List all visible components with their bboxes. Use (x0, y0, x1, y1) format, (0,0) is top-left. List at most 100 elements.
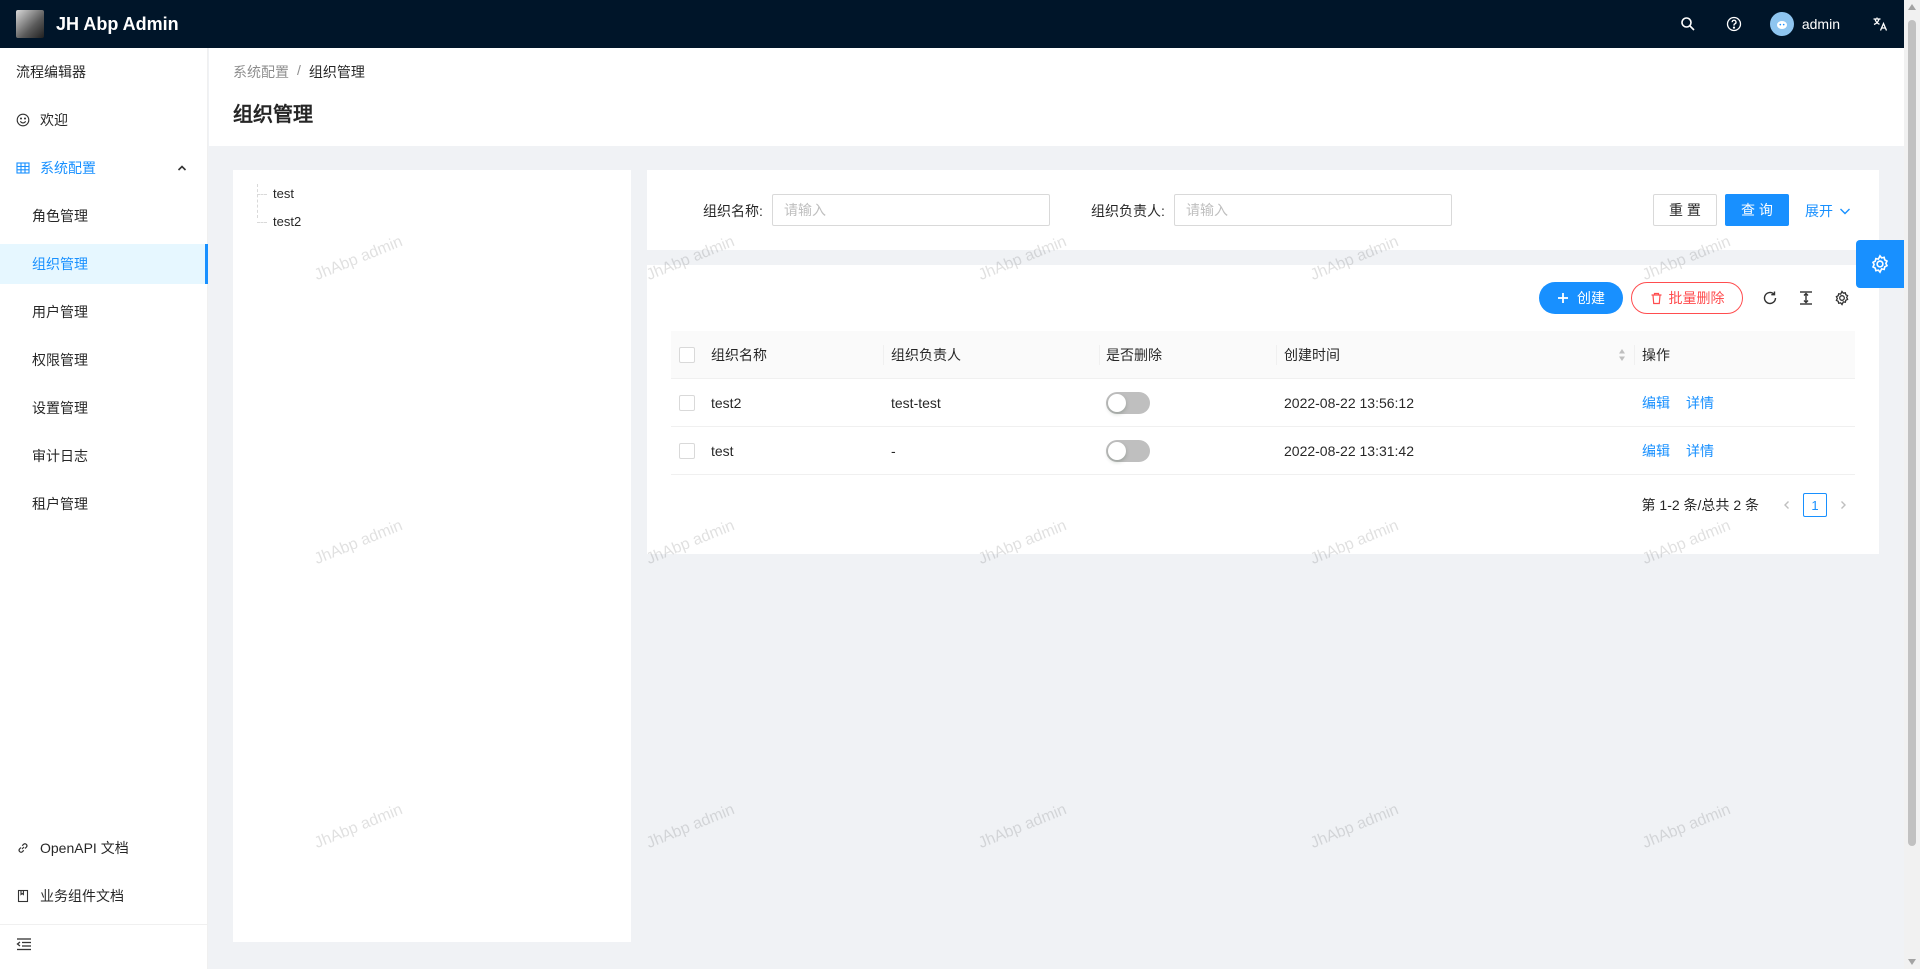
search-icon[interactable] (1676, 12, 1700, 36)
select-all-cell (679, 331, 695, 379)
settings-drawer-handle[interactable] (1856, 240, 1904, 288)
sidebar-item-welcome[interactable]: 欢迎 (0, 100, 208, 140)
translate-icon[interactable] (1868, 12, 1892, 36)
page-scrollbar[interactable] (1904, 0, 1920, 969)
next-page-icon[interactable] (1831, 493, 1855, 517)
watermark: JhAbp admin (976, 801, 1069, 852)
sidebar-item-label: 组织管理 (32, 256, 88, 272)
table-row: test2 test-test 2022-08-22 13:56:12 编辑 详… (671, 379, 1855, 427)
column-divider (1276, 345, 1277, 365)
column-divider (1634, 345, 1635, 365)
watermark: JhAbp admin (644, 801, 737, 852)
sort-icon (1619, 349, 1625, 361)
org-name-input[interactable] (772, 194, 1050, 226)
org-tree-panel: test test2 (233, 170, 631, 942)
app-title[interactable]: JH Abp Admin (56, 14, 179, 35)
reset-button[interactable]: 重 置 (1653, 194, 1717, 226)
leader-input[interactable] (1174, 194, 1452, 226)
table-header-row: 组织名称 组织负责人 是否删除 创建时间 操作 (671, 331, 1855, 379)
sidebar-item-label: 设置管理 (32, 400, 88, 416)
expand-toggle[interactable]: 展开 (1805, 201, 1851, 221)
sidebar-item-label: 审计日志 (32, 448, 88, 464)
created-time-cell: 2022-08-22 13:56:12 (1284, 395, 1414, 411)
sidebar-item-settings[interactable]: 设置管理 (0, 388, 208, 428)
query-button[interactable]: 查 询 (1725, 194, 1789, 226)
sidebar-item-label: OpenAPI 文档 (40, 840, 129, 856)
edit-link[interactable]: 编辑 (1642, 393, 1670, 413)
org-name-label: 组织名称: (703, 203, 763, 219)
org-name-cell: test (711, 443, 734, 459)
scroll-down-icon[interactable] (1908, 959, 1916, 965)
select-all-checkbox[interactable] (679, 347, 695, 363)
create-label: 创建 (1577, 290, 1605, 306)
top-header: JH Abp Admin admin (0, 0, 1920, 48)
leader-cell: - (891, 443, 896, 459)
app-logo[interactable] (16, 10, 44, 38)
user-menu[interactable]: admin (1769, 12, 1840, 36)
sidebar-item-role[interactable]: 角色管理 (0, 196, 208, 236)
sidebar-item-label: 系统配置 (40, 160, 96, 176)
sidebar-item-label: 用户管理 (32, 304, 88, 320)
avatar (1769, 12, 1794, 36)
tree-line (257, 194, 267, 195)
sidebar: 流程编辑器 欢迎 系统配置 角色管理 组织管理 用户管理 权限管理 设置管理 审… (0, 48, 208, 969)
book-icon (16, 889, 30, 903)
pagination-total: 第 1-2 条/总共 2 条 (1641, 497, 1759, 513)
org-table: 组织名称 组织负责人 是否删除 创建时间 操作 test2 test-test … (671, 331, 1855, 475)
prev-page-icon[interactable] (1775, 493, 1799, 517)
batch-delete-button[interactable]: 批量删除 (1631, 282, 1743, 314)
edit-link[interactable]: 编辑 (1642, 441, 1670, 461)
detail-link[interactable]: 详情 (1686, 393, 1714, 413)
plus-icon (1558, 293, 1568, 303)
tree-node[interactable]: test (273, 186, 294, 201)
sidebar-item-flow-editor[interactable]: 流程编辑器 (0, 52, 208, 92)
scroll-up-icon[interactable] (1908, 4, 1916, 10)
sidebar-item-system-config[interactable]: 系统配置 (0, 148, 208, 188)
scroll-thumb[interactable] (1908, 20, 1916, 846)
sidebar-item-openapi[interactable]: OpenAPI 文档 (0, 828, 208, 868)
sidebar-item-label: 权限管理 (32, 352, 88, 368)
search-form: 组织名称: 组织负责人: 重 置 查 询 展开 (647, 170, 1879, 250)
question-circle-icon[interactable] (1722, 12, 1746, 36)
detail-link[interactable]: 详情 (1686, 441, 1714, 461)
breadcrumb: 系统配置 / 组织管理 (233, 62, 365, 82)
created-time-cell: 2022-08-22 13:31:42 (1284, 443, 1414, 459)
table-icon (16, 161, 30, 175)
tree-node[interactable]: test2 (273, 214, 301, 229)
create-button[interactable]: 创建 (1539, 282, 1623, 314)
column-divider (883, 345, 884, 365)
leader-cell: test-test (891, 395, 941, 411)
breadcrumb-parent[interactable]: 系统配置 (233, 62, 289, 82)
watermark: JhAbp admin (1308, 801, 1401, 852)
sidebar-item-label: 租户管理 (32, 496, 88, 512)
deleted-switch[interactable] (1106, 392, 1150, 414)
reload-icon[interactable] (1761, 289, 1779, 307)
sidebar-item-audit-log[interactable]: 审计日志 (0, 436, 208, 476)
tree-line (257, 184, 258, 218)
created-time-header[interactable]: 创建时间 (1284, 331, 1626, 379)
batch-delete-label: 批量删除 (1668, 290, 1725, 306)
deleted-switch[interactable] (1106, 440, 1150, 462)
menu-fold-icon[interactable] (16, 936, 32, 952)
sidebar-item-permission[interactable]: 权限管理 (0, 340, 208, 380)
page-header: 系统配置 / 组织管理 组织管理 (209, 48, 1911, 146)
row-checkbox[interactable] (679, 443, 695, 459)
setting-icon (1871, 254, 1889, 274)
page-item-current[interactable]: 1 (1803, 493, 1827, 517)
smile-icon (16, 113, 30, 127)
sidebar-item-organization[interactable]: 组织管理 (0, 244, 208, 284)
column-header: 组织负责人 (891, 347, 961, 363)
setting-icon[interactable] (1833, 289, 1851, 307)
column-height-icon[interactable] (1797, 289, 1815, 307)
sidebar-item-user[interactable]: 用户管理 (0, 292, 208, 332)
table-panel: 创建 批量删除 组织名称 组织负责人 是否删除 创建时间 操作 test2 te… (647, 265, 1879, 554)
chevron-down-icon (1840, 208, 1850, 215)
chevron-up-icon (177, 165, 187, 171)
sidebar-item-tenant[interactable]: 租户管理 (0, 484, 208, 524)
sidebar-item-label: 欢迎 (40, 112, 68, 128)
row-checkbox[interactable] (679, 395, 695, 411)
column-header: 创建时间 (1284, 347, 1340, 363)
breadcrumb-separator: / (297, 62, 301, 78)
header-actions: admin (1676, 0, 1920, 48)
sidebar-item-component-docs[interactable]: 业务组件文档 (0, 876, 208, 916)
